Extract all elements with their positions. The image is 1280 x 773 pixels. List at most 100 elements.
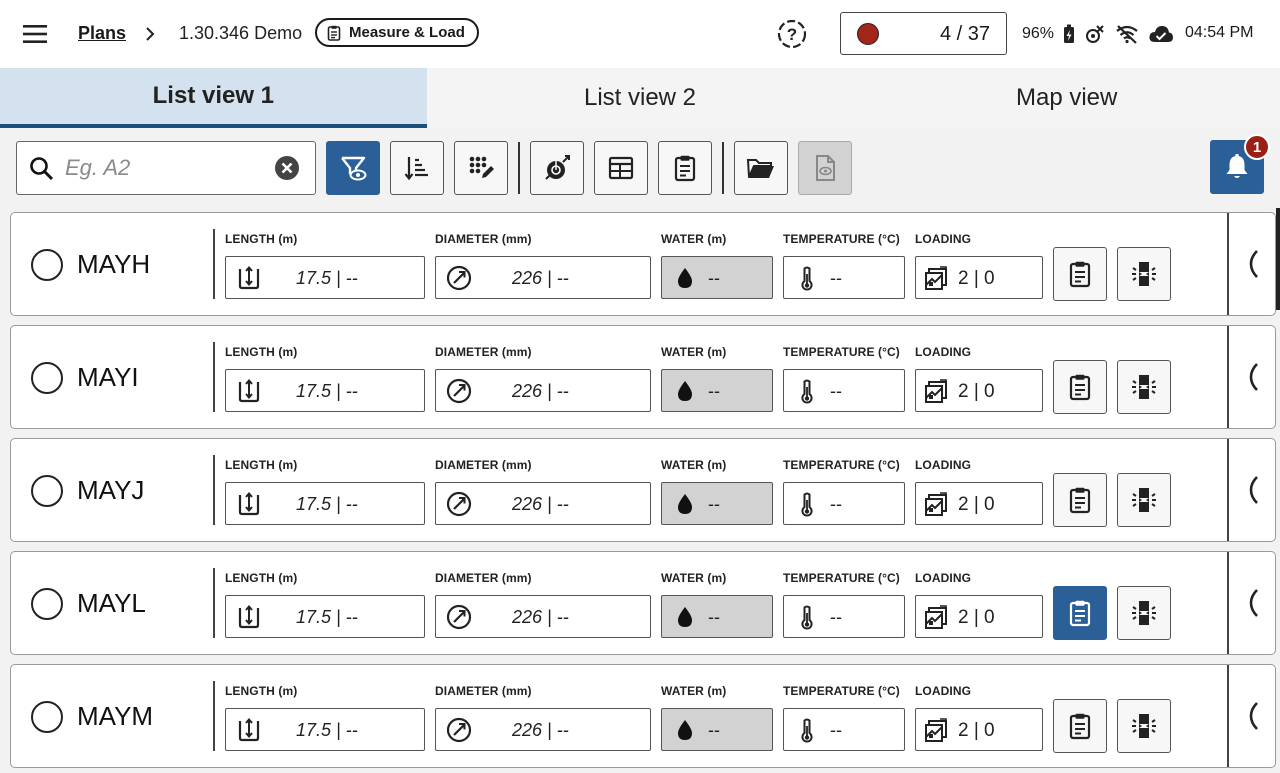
water-value: -- [708,381,720,401]
temperature-field[interactable]: -- [783,256,905,299]
mode-label: Measure & Load [349,24,465,41]
tab-map-view[interactable]: Map view [853,68,1280,128]
length-field[interactable]: 17.5 | -- [225,256,425,299]
water-field[interactable]: -- [661,482,773,525]
chevron-left-icon [1248,475,1260,505]
temperature-value: -- [830,268,842,288]
batch-edit-button[interactable] [454,141,508,195]
length-label: LENGTH (m) [225,571,298,585]
progress-counter[interactable]: 4 / 37 [840,12,1007,55]
hamburger-menu-icon[interactable] [22,22,48,46]
chevron-left-icon [1248,249,1260,279]
length-icon [236,265,262,291]
water-field[interactable]: -- [661,256,773,299]
row-notes-button[interactable] [1053,247,1107,301]
diameter-field[interactable]: 226 | -- [435,369,651,412]
row-notes-button[interactable] [1053,586,1107,640]
filter-eye-icon [339,154,367,182]
satellite-off-icon [1084,23,1106,45]
loading-icon [924,491,950,517]
battery-charging-icon [1063,24,1075,44]
scrollbar[interactable] [1276,208,1280,310]
loading-field[interactable]: 2 | 0 [915,482,1043,525]
search-input[interactable] [63,152,267,184]
diameter-field[interactable]: 226 | -- [435,482,651,525]
expand-row-button[interactable] [1227,213,1278,315]
log-end-icon [543,154,571,182]
diameter-field[interactable]: 226 | -- [435,595,651,638]
item-id: MAYM [77,701,154,731]
counter-text: 4 / 37 [939,23,990,45]
tab-list-view-1[interactable]: List view 1 [0,68,427,128]
top-bar: Plans 1.30.346 Demo Measure & Load ? 4 /… [0,0,1280,68]
list-item: MAYM LENGTH (m) 17.5 | -- DIAMETER (mm) … [10,664,1276,768]
notes-button[interactable] [658,141,712,195]
expand-row-button[interactable] [1227,665,1278,767]
select-radio[interactable] [31,475,63,507]
breadcrumb-plans-link[interactable]: Plans [78,23,126,44]
diameter-field[interactable]: 226 | -- [435,708,651,751]
log-break-icon [1130,260,1158,288]
diameter-icon [446,604,472,630]
filter-visible-button[interactable] [326,141,380,195]
chevron-right-icon [143,25,157,43]
expand-row-button[interactable] [1227,552,1278,654]
clipboard-icon [327,25,341,41]
notification-badge: 1 [1244,134,1270,160]
toolbar-divider [722,142,724,194]
log-break-icon [1130,599,1158,627]
loading-field[interactable]: 2 | 0 [915,369,1043,412]
diameter-field[interactable]: 226 | -- [435,256,651,299]
row-break-button[interactable] [1117,247,1171,301]
row-break-button[interactable] [1117,586,1171,640]
select-radio[interactable] [31,249,63,281]
water-field[interactable]: -- [661,595,773,638]
loading-field[interactable]: 2 | 0 [915,708,1043,751]
water-label: WATER (m) [661,232,727,246]
water-field[interactable]: -- [661,708,773,751]
row-divider [213,568,215,638]
diameter-icon [446,378,472,404]
row-break-button[interactable] [1117,699,1171,753]
row-notes-button[interactable] [1053,699,1107,753]
thermometer-icon [794,491,820,517]
row-notes-button[interactable] [1053,360,1107,414]
chevron-left-icon [1248,701,1260,731]
log-capture-button[interactable] [530,141,584,195]
temperature-label: TEMPERATURE (°C) [783,684,900,698]
select-radio[interactable] [31,362,63,394]
select-radio[interactable] [31,588,63,620]
length-field[interactable]: 17.5 | -- [225,595,425,638]
sort-button[interactable] [390,141,444,195]
temperature-field[interactable]: -- [783,482,905,525]
water-field[interactable]: -- [661,369,773,412]
length-value: 17.5 | -- [296,494,358,514]
tab-list-view-2[interactable]: List view 2 [427,68,854,128]
temperature-field[interactable]: -- [783,708,905,751]
temperature-label: TEMPERATURE (°C) [783,571,900,585]
status-area: 96% [1022,23,1174,45]
loading-field[interactable]: 2 | 0 [915,256,1043,299]
table-view-button[interactable] [594,141,648,195]
length-field[interactable]: 17.5 | -- [225,369,425,412]
length-field[interactable]: 17.5 | -- [225,708,425,751]
help-icon[interactable]: ? [776,18,808,50]
clear-search-icon[interactable] [274,155,300,181]
select-radio[interactable] [31,701,63,733]
water-label: WATER (m) [661,458,727,472]
expand-row-button[interactable] [1227,326,1278,428]
view-document-button[interactable] [798,141,852,195]
row-break-button[interactable] [1117,360,1171,414]
thermometer-icon [794,265,820,291]
length-field[interactable]: 17.5 | -- [225,482,425,525]
row-notes-button[interactable] [1053,473,1107,527]
temperature-field[interactable]: -- [783,369,905,412]
table-icon [607,154,635,182]
list-item: MAYI LENGTH (m) 17.5 | -- DIAMETER (mm) … [10,325,1276,429]
open-folder-button[interactable] [734,141,788,195]
temperature-field[interactable]: -- [783,595,905,638]
row-break-button[interactable] [1117,473,1171,527]
loading-field[interactable]: 2 | 0 [915,595,1043,638]
expand-row-button[interactable] [1227,439,1278,541]
thermometer-icon [794,604,820,630]
